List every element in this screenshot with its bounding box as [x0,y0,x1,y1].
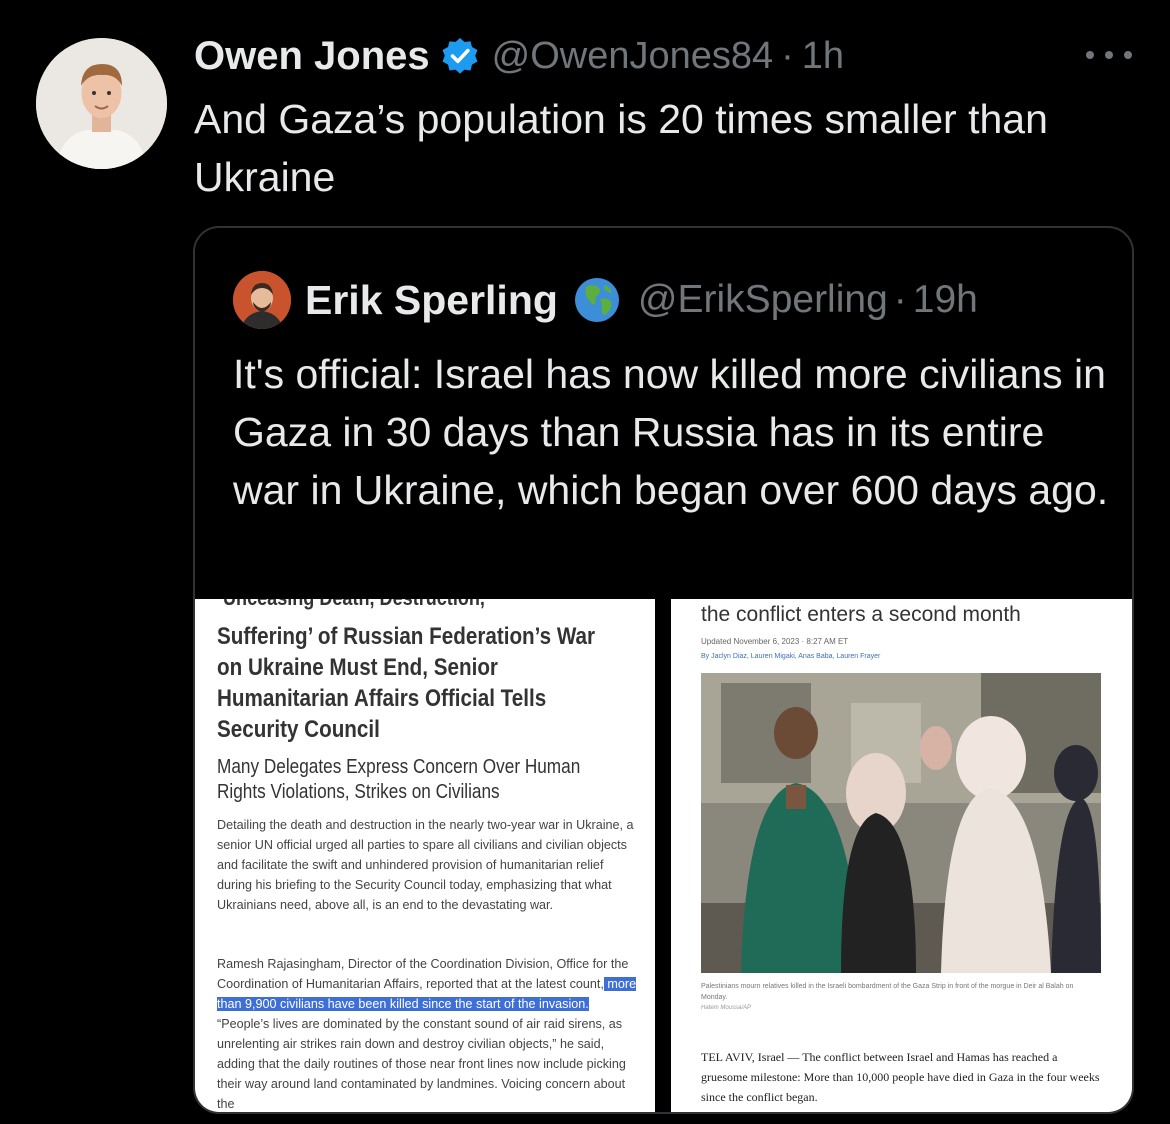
photo-credit: Hatem Moussa/AP [701,1005,752,1011]
article-paragraph: Ramesh Rajasingham, Director of the Coor… [217,954,637,1112]
article-body: TEL AVIV, Israel — The conflict between … [701,1050,1100,1104]
more-dot [1124,51,1132,59]
more-dot [1105,51,1113,59]
quoted-author-name[interactable]: Erik Sperling [305,277,558,324]
quoted-tweet-media[interactable]: Unceasing Death, Destruction, Suffering’… [195,599,1132,1112]
article-updated-date: Updated November 6, 2023 · 8:27 AM ET [701,637,849,646]
dot-separator: · [893,278,907,321]
quoted-tweet-text: It's official: Israel has now killed mor… [233,351,1109,513]
cut-off-heading: Unceasing Death, Destruction, [223,599,485,611]
avatar-image [36,38,167,169]
un-press-release-image[interactable]: Unceasing Death, Destruction, Suffering’… [195,599,655,1112]
npr-article-image[interactable]: the conflict enters a second month Updat… [671,599,1132,1112]
author-handle[interactable]: @OwenJones84 [492,35,774,78]
article-byline: By Jaclyn Diaz, Lauren Migaki, Anas Baba… [701,653,881,660]
article-subtitle: Many Delegates Express Concern Over Huma… [217,756,581,803]
quoted-tweet-card[interactable]: Erik Sperling @ErikSperling · 19h It's o… [193,226,1134,1114]
more-options-icon[interactable] [1086,40,1132,70]
avatar-image [233,271,291,329]
verified-badge-icon [440,36,480,76]
more-dot [1086,51,1094,59]
article-paragraph: Detailing the death and destruction in t… [217,818,634,912]
owen-jones-avatar[interactable] [36,38,167,169]
quoted-tweet-header: Erik Sperling @ErikSperling · 19h [305,272,978,328]
globe-emoji-icon [572,275,622,325]
paragraph-text: Ramesh Rajasingham, Director of the Coor… [217,957,629,991]
news-photo [701,673,1101,973]
author-name[interactable]: Owen Jones [194,34,430,79]
quoted-author-handle[interactable]: @ErikSperling [638,278,888,322]
tweet-timestamp[interactable]: 1h [802,35,844,78]
photo-caption: Palestinians mourn relatives killed in t… [701,983,1074,1001]
dot-separator: · [781,34,794,77]
article-title: Suffering’ of Russian Federation’s War o… [217,623,596,743]
article-title: the conflict enters a second month [701,603,1021,626]
quoted-tweet-timestamp[interactable]: 19h [913,278,978,322]
paragraph-text: “People’s lives are dominated by the con… [217,1017,626,1111]
erik-sperling-avatar[interactable] [233,271,291,329]
tweet-header: Owen Jones @OwenJones84 · 1h [194,32,844,80]
tweet-text: And Gaza’s population is 20 times smalle… [194,96,1048,200]
